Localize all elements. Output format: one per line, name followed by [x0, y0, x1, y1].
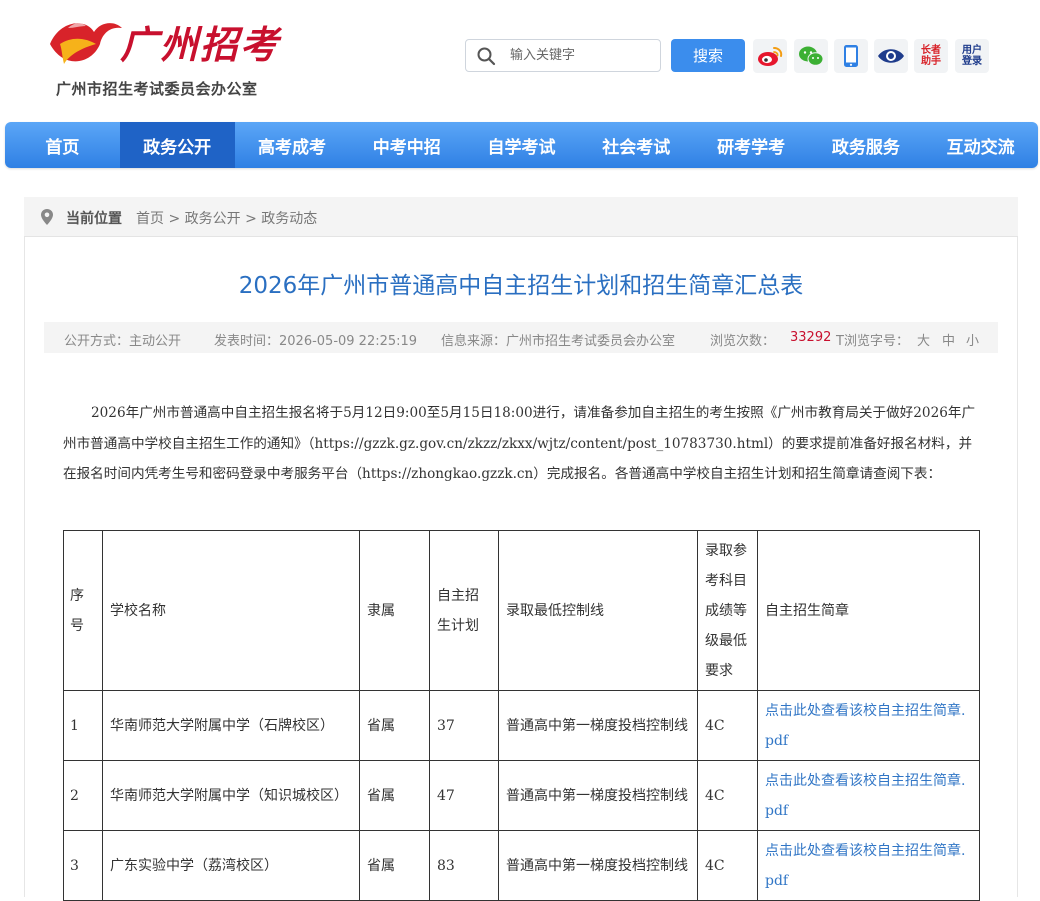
cell-school-name: 华南师范大学附属中学（石牌校区）: [102, 690, 360, 761]
breadcrumb-item-home[interactable]: 首页: [136, 211, 164, 227]
table-header-cell: 隶属: [359, 530, 430, 691]
nav-item-gov-services[interactable]: 政务服务: [808, 122, 923, 168]
nav-item-home[interactable]: 首页: [5, 122, 120, 168]
mobile-button[interactable]: [834, 39, 868, 73]
site-logo-text[interactable]: 广州招考: [120, 14, 280, 69]
cell-plan: 37: [429, 690, 499, 761]
breadcrumb-item-gov-news[interactable]: 政务动态: [261, 211, 317, 227]
search-box: [465, 39, 661, 72]
admission-plan-table: 序号 学校名称 隶属 自主招生计划 录取最低控制线 录取参考科目成绩等级最低要求…: [63, 530, 980, 901]
article-intro: 2026年广州市普通高中自主招生报名将于5月12日9:00至5月15日18:00…: [63, 405, 976, 482]
table-header-cell: 录取最低控制线: [498, 530, 698, 691]
cell-min-line: 普通高中第一梯度投档控制线: [498, 760, 698, 831]
breadcrumb-item-gov-affairs[interactable]: 政务公开: [185, 211, 241, 227]
breadcrumb-trail: 首页 > 政务公开 > 政务动态: [136, 208, 317, 228]
cell-plan: 83: [429, 830, 499, 901]
cell-index: 3: [63, 830, 103, 901]
elder-mode-button[interactable]: 长者助手: [914, 39, 948, 73]
cell-grade-req: 4C: [697, 690, 758, 761]
table-header-cell: 学校名称: [102, 530, 360, 691]
breadcrumb-separator: >: [245, 211, 257, 227]
main-nav: 首页 政务公开 高考成考 中考中招 自学考试 社会考试 研考学考 政务服务 互动…: [5, 122, 1038, 168]
cell-brochure-link[interactable]: 点击此处查看该校自主招生简章.pdf: [757, 690, 980, 761]
user-login-button[interactable]: 用户登录: [955, 39, 989, 73]
table-row: 3 广东实验中学（荔湾校区） 省属 83 普通高中第一梯度投档控制线 4C 点击…: [63, 830, 980, 901]
weibo-icon: [758, 47, 783, 66]
meta-views-count: 33292: [790, 330, 832, 345]
meta-source: 信息来源：广州市招生考试委员会办公室: [441, 334, 676, 349]
article-meta: 公开方式：主动公开 发表时间：2026-05-09 22:25:19 信息来源：…: [44, 322, 998, 353]
nav-item-zhongkao[interactable]: 中考中招: [349, 122, 464, 168]
cell-plan: 47: [429, 760, 499, 831]
wechat-icon: [799, 46, 824, 66]
meta-disclosure: 公开方式：主动公开: [64, 334, 182, 349]
table-row: 1 华南师范大学附属中学（石牌校区） 省属 37 普通高中第一梯度投档控制线 4…: [63, 690, 980, 761]
search-input[interactable]: [510, 44, 650, 67]
eye-icon: [878, 49, 904, 63]
breadcrumb: 当前位置 首页 > 政务公开 > 政务动态: [24, 197, 1018, 237]
accessibility-button[interactable]: [874, 39, 908, 73]
search-icon: [477, 47, 496, 66]
elder-mode-label: 长者助手: [921, 45, 941, 67]
meta-views-label: 浏览次数：: [710, 334, 776, 349]
font-size-large-button[interactable]: 大: [917, 330, 930, 349]
search-button[interactable]: 搜索: [671, 39, 745, 72]
cell-school-name: 华南师范大学附属中学（知识城校区）: [102, 760, 360, 831]
cell-index: 2: [63, 760, 103, 831]
cell-index: 1: [63, 690, 103, 761]
nav-item-interaction[interactable]: 互动交流: [923, 122, 1038, 168]
site-header: 广州招考 广州市招生考试委员会办公室 搜索: [0, 0, 1040, 118]
meta-fontsize-label: T浏览字号：: [836, 334, 909, 349]
table-row: 2 华南师范大学附属中学（知识城校区） 省属 47 普通高中第一梯度投档控制线 …: [63, 760, 980, 831]
cell-grade-req: 4C: [697, 830, 758, 901]
cell-affiliation: 省属: [359, 830, 430, 901]
breadcrumb-separator: >: [168, 211, 181, 227]
table-header-cell: 录取参考科目成绩等级最低要求: [697, 530, 758, 691]
nav-item-self-study-exam[interactable]: 自学考试: [464, 122, 579, 168]
weibo-button[interactable]: [753, 39, 787, 73]
table-header-cell: 序号: [63, 530, 103, 691]
font-size-medium-button[interactable]: 中: [942, 330, 955, 349]
breadcrumb-label: 当前位置: [66, 211, 122, 227]
meta-published: 发表时间：2026-05-09 22:25:19: [214, 334, 418, 349]
nav-item-social-exam[interactable]: 社会考试: [579, 122, 694, 168]
nav-item-gaokao[interactable]: 高考成考: [235, 122, 350, 168]
cell-min-line: 普通高中第一梯度投档控制线: [498, 830, 698, 901]
nav-item-gov-affairs[interactable]: 政务公开: [119, 122, 235, 168]
location-pin-icon: [41, 209, 53, 225]
mobile-icon: [844, 45, 858, 67]
table-header-row: 序号 学校名称 隶属 自主招生计划 录取最低控制线 录取参考科目成绩等级最低要求…: [63, 530, 980, 691]
wechat-button[interactable]: [794, 39, 828, 73]
table-header-cell: 自主招生简章: [757, 530, 980, 691]
cell-brochure-link[interactable]: 点击此处查看该校自主招生简章.pdf: [757, 830, 980, 901]
user-login-label: 用户登录: [962, 45, 982, 67]
cell-grade-req: 4C: [697, 760, 758, 831]
cell-school-name: 广东实验中学（荔湾校区）: [102, 830, 360, 901]
logo-flame-icon[interactable]: [42, 14, 126, 72]
site-org-name: 广州市招生考试委员会办公室: [56, 80, 258, 98]
cell-affiliation: 省属: [359, 760, 430, 831]
cell-min-line: 普通高中第一梯度投档控制线: [498, 690, 698, 761]
cell-brochure-link[interactable]: 点击此处查看该校自主招生简章.pdf: [757, 760, 980, 831]
article-title: 2026年广州市普通高中自主招生计划和招生简章汇总表: [238, 273, 804, 299]
table-header-cell: 自主招生计划: [429, 530, 499, 691]
cell-affiliation: 省属: [359, 690, 430, 761]
nav-item-graduate-exam[interactable]: 研考学考: [694, 122, 809, 168]
font-size-small-button[interactable]: 小: [966, 330, 979, 349]
